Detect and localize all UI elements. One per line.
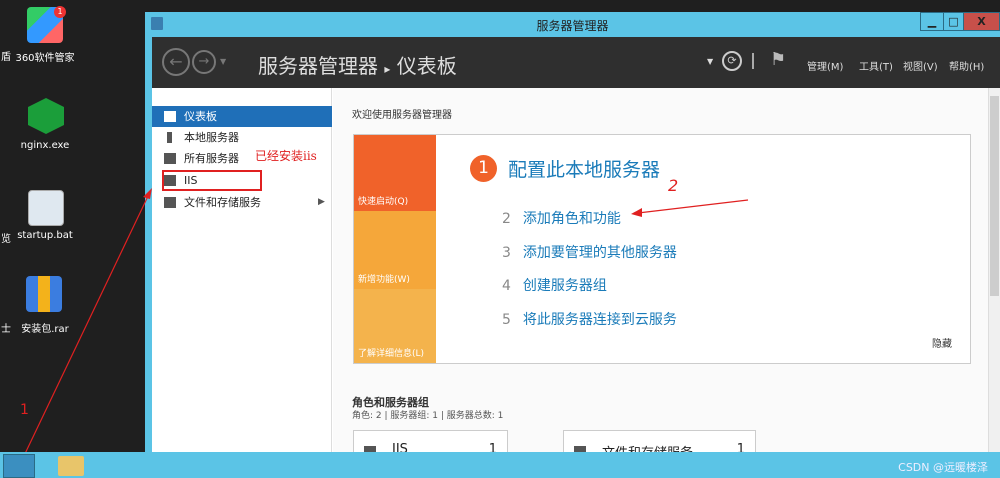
taskbar: CSDN @远暖楼泽 bbox=[0, 452, 1000, 478]
annotation-arrowhead-2 bbox=[631, 208, 642, 217]
annotation-arrows bbox=[21, 188, 749, 461]
taskbar-server-manager-icon[interactable] bbox=[3, 454, 35, 478]
watermark: CSDN @远暖楼泽 bbox=[898, 461, 988, 474]
taskbar-file-explorer-icon[interactable] bbox=[58, 456, 84, 476]
annotation-arrowhead-1 bbox=[143, 188, 152, 199]
annotation-arrow-2 bbox=[637, 199, 749, 214]
annotation-arrow-1 bbox=[21, 191, 151, 461]
